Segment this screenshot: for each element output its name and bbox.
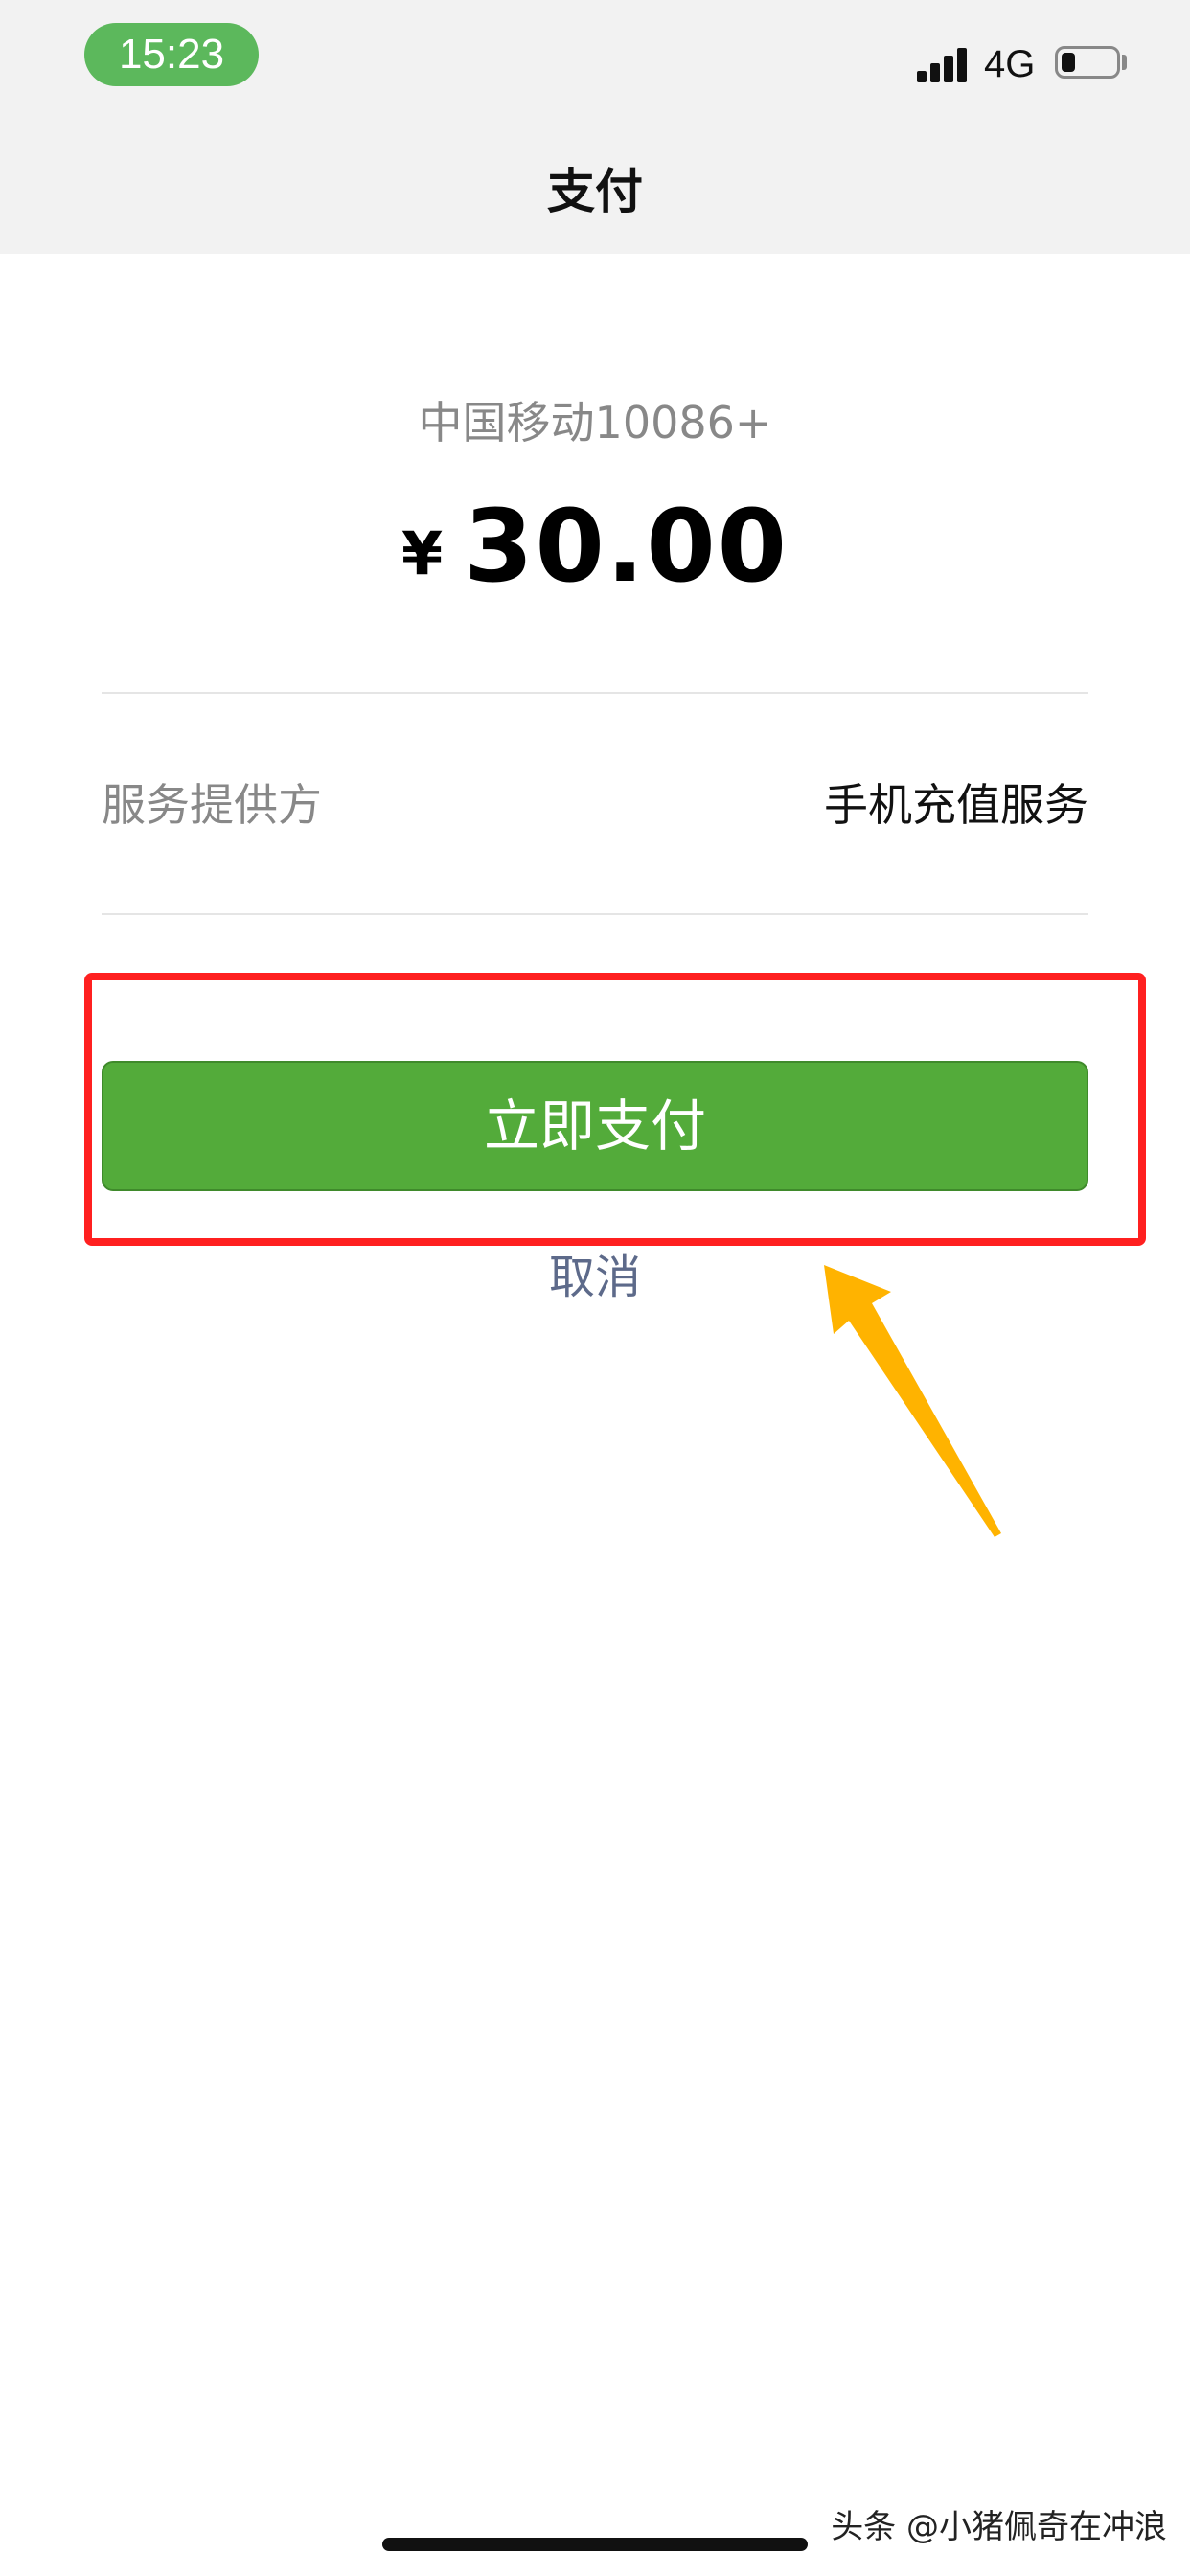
provider-label: 服务提供方 xyxy=(102,779,322,831)
page-title: 支付 xyxy=(547,164,643,219)
cellular-signal-icon xyxy=(917,46,969,82)
divider-bottom xyxy=(102,913,1088,915)
highlight-annotation-box xyxy=(84,973,1146,1246)
divider-top xyxy=(102,692,1088,694)
battery-level xyxy=(1062,53,1075,72)
battery-icon xyxy=(1055,46,1120,79)
watermark-text: 头条 @小猪佩奇在冲浪 xyxy=(831,2508,1167,2546)
pointer-arrow-icon xyxy=(824,1265,1001,1537)
merchant-name: 中国移动10086+ xyxy=(418,397,772,448)
provider-value: 手机充值服务 xyxy=(824,779,1088,831)
amount-value: 30.00 xyxy=(464,488,790,605)
payment-amount: ¥30.00 xyxy=(0,489,1190,633)
currency-symbol: ¥ xyxy=(400,518,444,588)
network-type: 4G xyxy=(984,43,1036,85)
battery-cap xyxy=(1122,55,1127,70)
status-time: 15:23 xyxy=(84,23,259,86)
home-indicator[interactable] xyxy=(382,2538,808,2551)
